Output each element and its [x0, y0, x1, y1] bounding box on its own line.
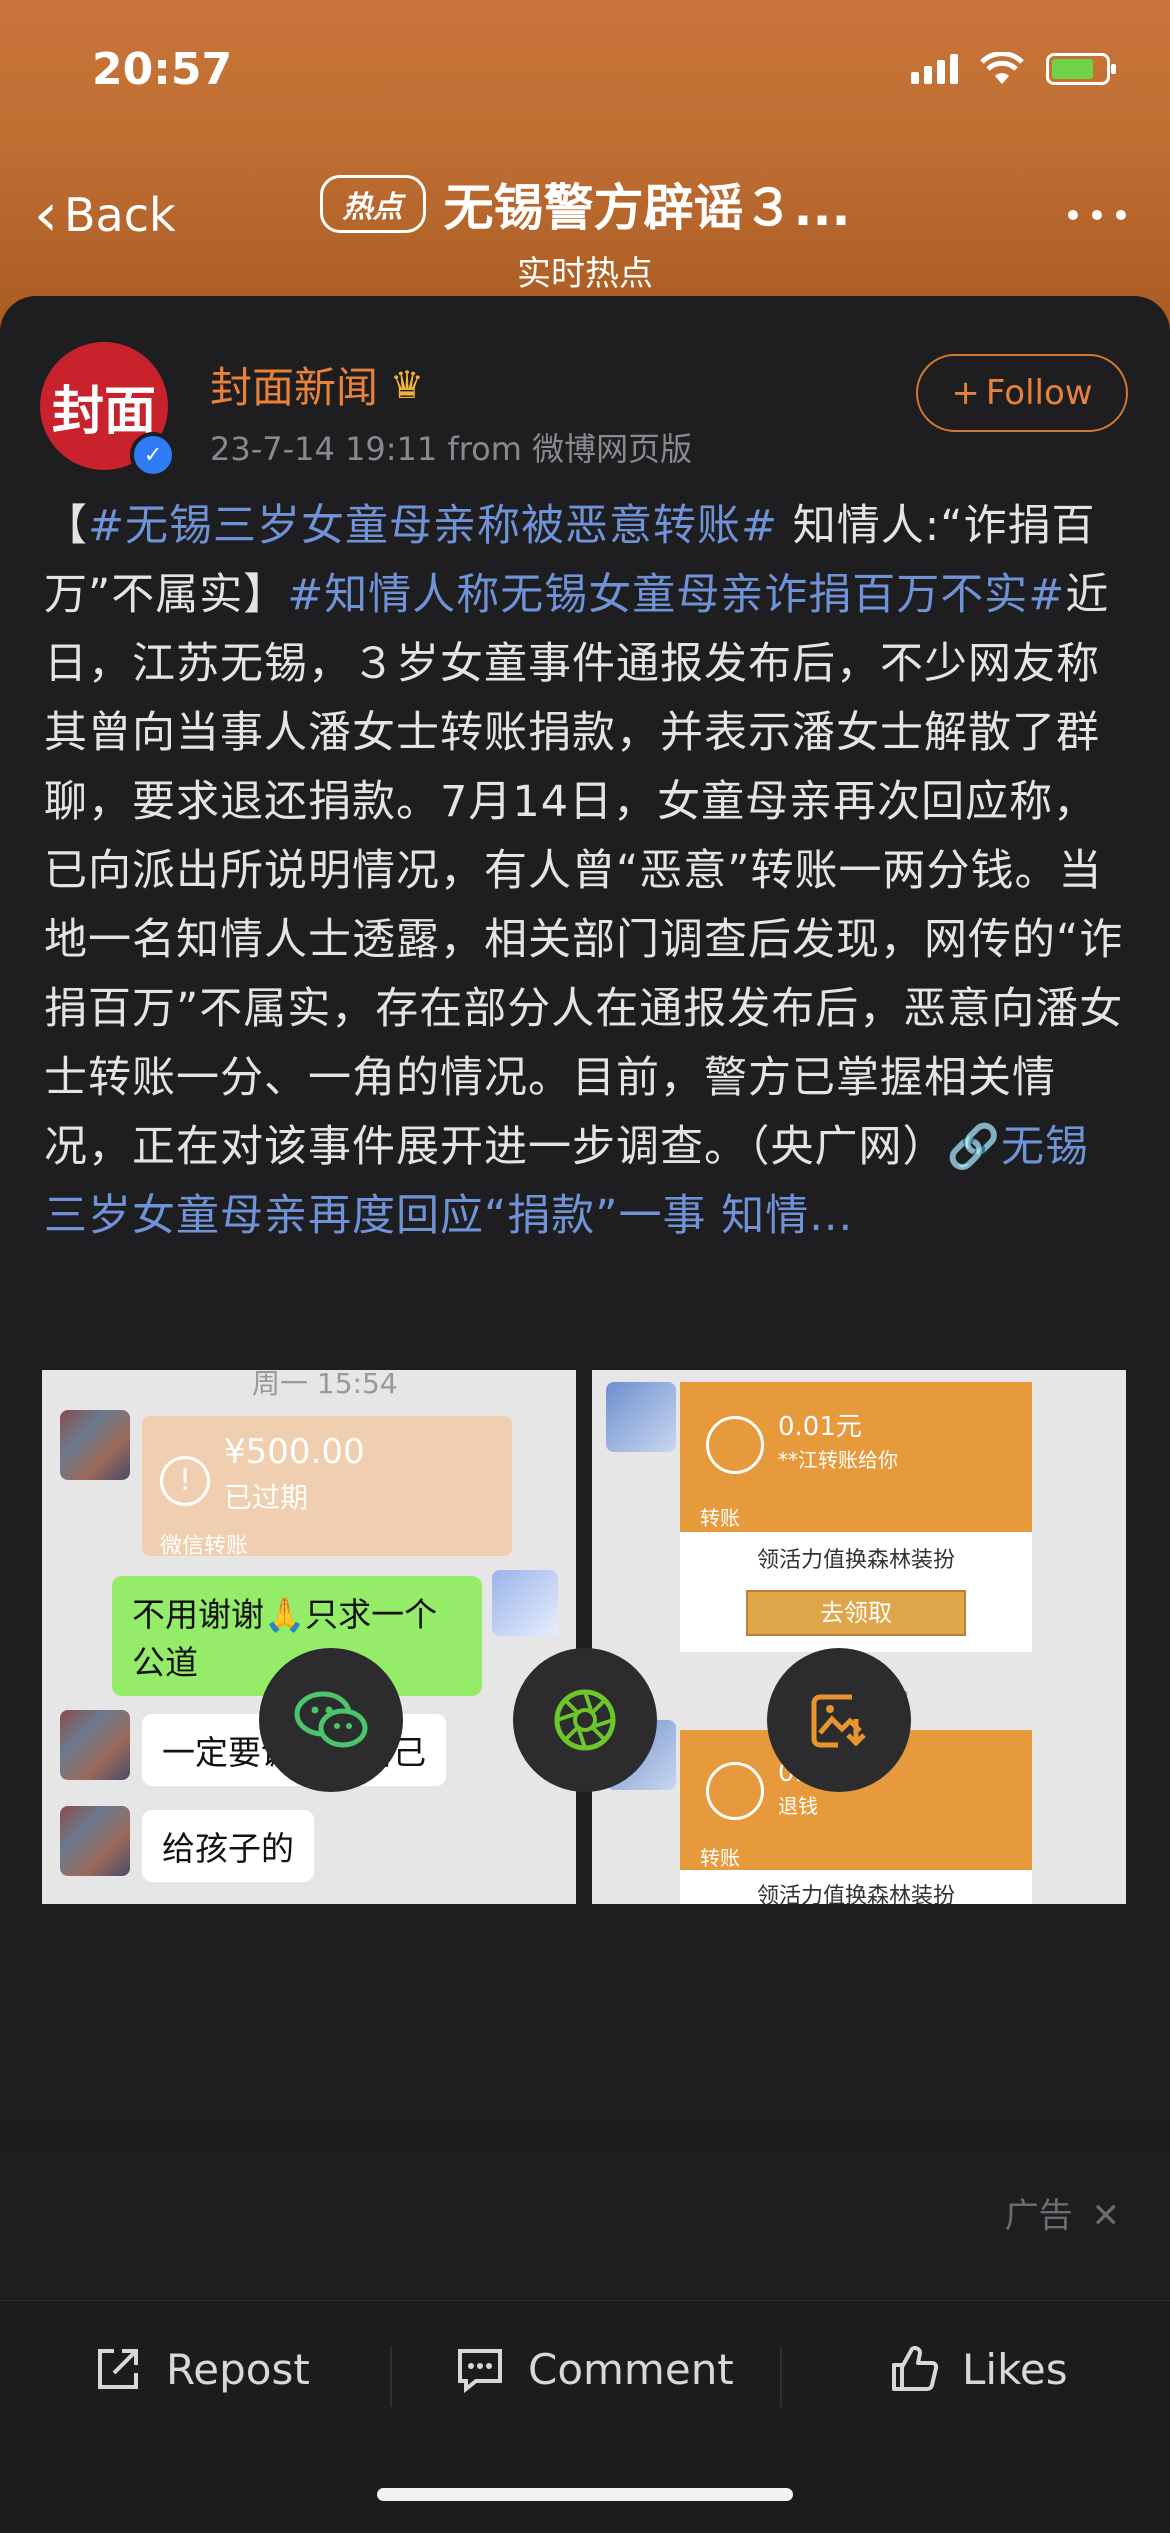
- transfer-amount: 0.01元: [778, 1412, 862, 1442]
- claim-button: 去领取: [746, 1590, 966, 1636]
- close-icon[interactable]: ✕: [1092, 2196, 1121, 2236]
- home-indicator: [377, 2488, 793, 2501]
- comment-button[interactable]: Comment: [454, 2343, 734, 2395]
- promo-strip: 领活力值换森林装扮 去领取: [680, 1532, 1032, 1652]
- cellular-signal-icon: [911, 54, 958, 84]
- author-name[interactable]: 封面新闻 ♛: [210, 354, 424, 415]
- chat-time: 周一 15:54: [252, 1370, 398, 1400]
- post-card: 封面 ✓ 封面新闻 ♛ 23-7-14 19:11 from 微博网页版 + F…: [0, 296, 1170, 2126]
- transfer-label: 微信转账: [160, 1534, 249, 1559]
- transfer-card: 0.01元 **江转账给你 转账: [680, 1382, 1032, 1532]
- follow-button[interactable]: + Follow: [916, 354, 1128, 432]
- wechat-icon: [294, 1691, 368, 1748]
- share-moments-button[interactable]: [513, 1648, 657, 1792]
- battery-icon: [1046, 53, 1116, 85]
- verified-icon: ✓: [130, 432, 176, 478]
- status-time: 20:57: [92, 44, 233, 95]
- transfer-amount: ¥500.00: [224, 1432, 365, 1472]
- blurred-avatar: [60, 1410, 130, 1480]
- blurred-avatar: [60, 1806, 130, 1876]
- post-body: 【#无锡三岁女童母亲称被恶意转账# 知情人:“诈捐百万”不属实】#知情人称无锡女…: [44, 501, 1124, 1241]
- divider: [780, 2347, 782, 2407]
- hashtag-link[interactable]: #知情人称无锡女童母亲诈捐百万不实#: [287, 570, 1065, 620]
- blurred-avatar: [606, 1382, 676, 1452]
- transfer-note: 退钱: [778, 1794, 818, 1818]
- status-icons: [911, 52, 1116, 86]
- share-wechat-button[interactable]: [259, 1648, 403, 1792]
- transfer-status: 已过期: [224, 1481, 309, 1514]
- transfer-label: 转账: [700, 1506, 740, 1530]
- hashtag-link[interactable]: #无锡三岁女童母亲称被恶意转账#: [88, 501, 778, 551]
- link-icon: 🔗: [946, 1122, 1002, 1172]
- blurred-avatar: [492, 1570, 558, 1636]
- comment-icon: [458, 2349, 502, 2394]
- page-subtitle: 实时热点: [517, 254, 653, 294]
- repost-icon: [98, 2349, 138, 2389]
- page-title: 无锡警方辟谣３...: [443, 179, 851, 237]
- wifi-icon: [980, 52, 1024, 84]
- moments-icon: [554, 1689, 616, 1751]
- divider: [390, 2347, 392, 2407]
- hot-badge: 热点: [319, 175, 426, 233]
- transfer-from: **江转账给你: [778, 1448, 898, 1472]
- save-image-button[interactable]: [767, 1648, 911, 1792]
- transfer-icon: [706, 1416, 764, 1474]
- likes-button[interactable]: Likes: [888, 2343, 1068, 2395]
- more-options-icon[interactable]: [1068, 210, 1126, 220]
- save-image-icon: [811, 1694, 866, 1748]
- promo-strip: 领活力值换森林装扮: [680, 1870, 1032, 1904]
- ad-label: 广告 ✕: [1004, 2196, 1121, 2236]
- nav-title-area: 热点 无锡警方辟谣３... 实时热点: [0, 168, 1170, 295]
- transfer-label: 转账: [700, 1846, 740, 1870]
- alert-icon: !: [160, 1456, 210, 1506]
- plus-icon: +: [951, 373, 980, 413]
- post-image-left[interactable]: 周一 15:54 ! ¥500.00 已过期 微信转账 不用谢谢🙏只求一个公道 …: [42, 1370, 576, 1904]
- share-row: [0, 1648, 1170, 1792]
- post-image-right[interactable]: 0.01元 **江转账给你 转账 领活力值换森林装扮 去领取 凌晨 2:08 0…: [592, 1370, 1126, 1904]
- crown-icon: ♛: [390, 362, 425, 407]
- promo-text: 领活力值换森林装扮: [756, 1884, 955, 1904]
- repost-button[interactable]: Repost: [92, 2343, 310, 2395]
- ad-bar: 广告 ✕: [0, 2150, 1170, 2300]
- promo-text: 领活力值换森林装扮: [756, 1548, 955, 1573]
- post-meta: 23-7-14 19:11 from 微博网页版: [210, 430, 693, 468]
- chat-bubble: 给孩子的: [142, 1810, 314, 1882]
- thumbs-up-icon: [892, 2346, 939, 2391]
- transfer-card: ! ¥500.00 已过期 微信转账: [142, 1416, 512, 1559]
